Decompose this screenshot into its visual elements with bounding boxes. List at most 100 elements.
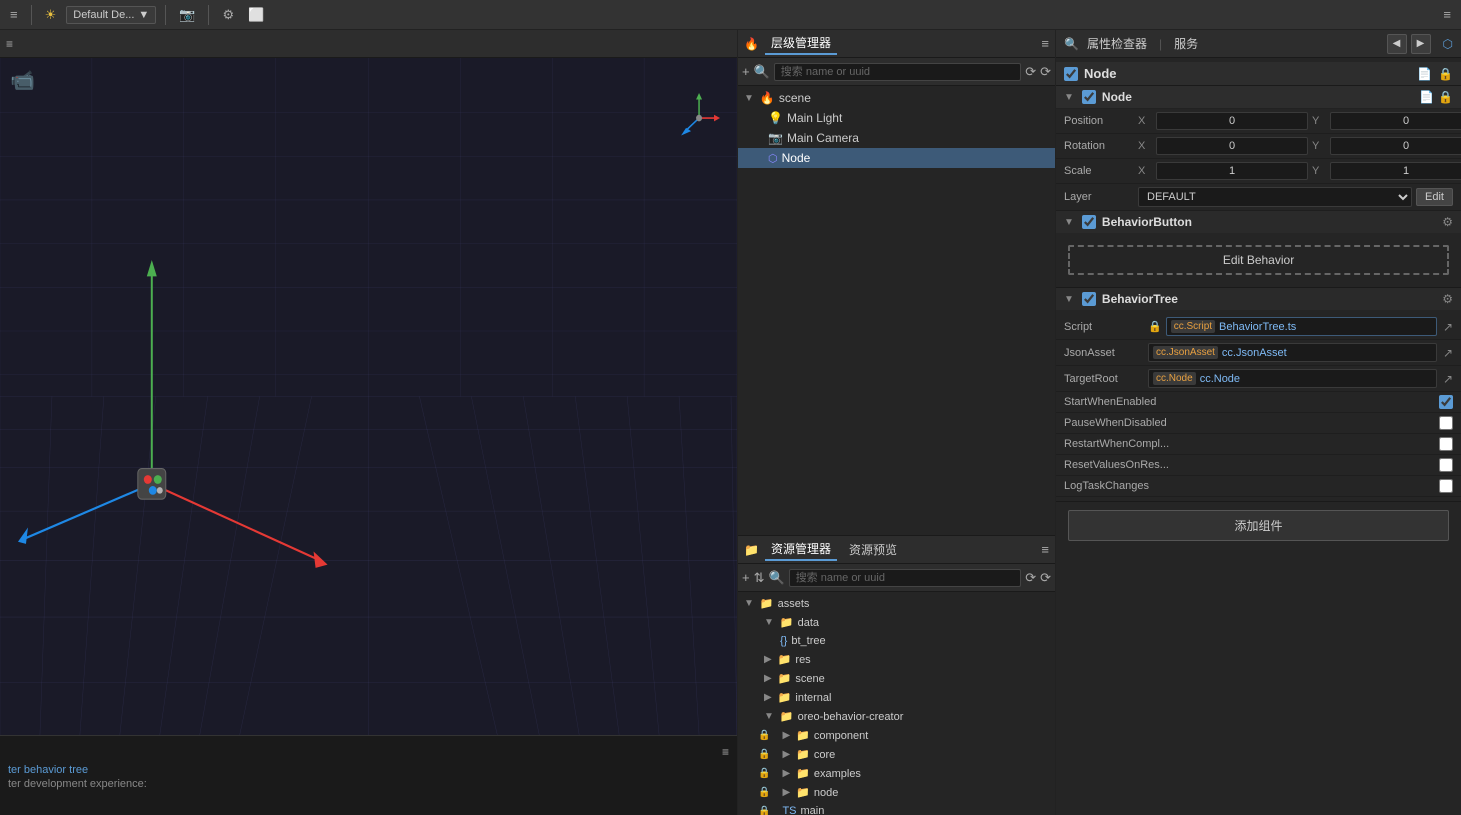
scale-x-label: X [1138,165,1152,177]
bt-gear-icon[interactable]: ⚙ [1442,292,1453,306]
targetroot-arrow-icon[interactable]: ↗ [1443,372,1453,386]
console-menu-icon[interactable]: ≡ [722,745,729,759]
node-active-checkbox[interactable] [1064,67,1078,81]
hierarchy-tree[interactable]: ▼ 🔥 scene 💡 Main Light 📷 Main Camera [738,86,1055,535]
nav-left-btn[interactable]: ◀ [1387,34,1407,54]
assets-sync2-icon[interactable]: ⟳ [1040,570,1051,586]
node-section-icons: 📄 🔒 [1419,90,1453,104]
pos-y-input[interactable] [1330,112,1461,130]
restart-when-compl-checkbox[interactable] [1439,437,1453,451]
data-label: data [798,617,819,629]
main-lock-icon: 🔒 [758,806,770,815]
start-when-enabled-checkbox[interactable] [1439,395,1453,409]
inspector-icon: 🔍 [1064,37,1079,51]
node-lock-icon[interactable]: 🔒 [1438,67,1453,81]
reset-values-checkbox[interactable] [1439,458,1453,472]
screen-toolbar-icon[interactable]: ⬜ [244,5,268,25]
layer-select[interactable]: DEFAULT [1138,187,1412,207]
services-title: 服务 [1174,35,1198,52]
bt-checkbox[interactable] [1082,292,1096,306]
inspector-content: Node 📄 🔒 ▼ Node 📄 🔒 [1056,58,1461,815]
edit-behavior-btn[interactable]: Edit Behavior [1068,245,1449,275]
pause-when-disabled-label: PauseWhenDisabled [1064,417,1435,429]
default-label: Default De... [73,9,134,21]
menu-icon[interactable]: ≡ [6,5,22,24]
assets-item-oreo[interactable]: ▼ 📁 oreo-behavior-creator [738,707,1055,726]
hierarchy-sync2-icon[interactable]: ⟳ [1040,64,1051,80]
hierarchy-search-input[interactable] [774,63,1021,81]
assets-tree[interactable]: ▼ 📁 assets ▼ 📁 data {} [738,592,1055,815]
dropdown-arrow: ▼ [138,9,149,21]
nav-right-btn[interactable]: ▶ [1411,34,1431,54]
bb-checkbox[interactable] [1082,215,1096,229]
hierarchy-sync-icon[interactable]: ⟳ [1025,64,1036,80]
assets-item-scene[interactable]: ▶ 📁 scene [738,669,1055,688]
pos-x-input[interactable] [1156,112,1308,130]
targetroot-type-badge: cc.Node [1153,372,1196,385]
viewport-menu-icon[interactable]: ≡ [6,37,13,51]
tree-item-main-camera[interactable]: 📷 Main Camera [738,128,1055,148]
assets-search-input[interactable] [789,569,1022,587]
examples-folder-icon: 📁 [796,767,810,780]
rot-y-input[interactable] [1330,137,1461,155]
node-tree-icon: ⬡ [768,152,778,165]
assets-item-examples[interactable]: 🔒 ▶ 📁 examples [738,764,1055,783]
hierarchy-add-icon[interactable]: + [742,64,750,79]
pause-when-disabled-checkbox[interactable] [1439,416,1453,430]
bb-gear-icon[interactable]: ⚙ [1442,215,1453,229]
hierarchy-panel: 🔥 层级管理器 ≡ + 🔍 ⟳ ⟳ ▼ 🔥 scene [738,30,1056,815]
assets-menu-icon[interactable]: ≡ [1041,542,1049,557]
targetroot-row: TargetRoot cc.Node cc.Node ↗ [1056,366,1461,392]
right-menu-icon[interactable]: ≡ [1439,5,1455,24]
assets-item-component[interactable]: 🔒 ▶ 📁 component [738,726,1055,745]
pause-when-disabled-row: PauseWhenDisabled [1056,413,1461,434]
inspector-ext-icon[interactable]: ⬡ [1443,37,1453,51]
default-dropdown[interactable]: Default De... ▼ [66,6,156,24]
assets-item-main[interactable]: 🔒 TS main [738,802,1055,815]
viewport-canvas[interactable]: 📹 ↖ [0,58,737,735]
node-section-checkbox[interactable] [1082,90,1096,104]
log-task-changes-checkbox[interactable] [1439,479,1453,493]
tab-assets-preview[interactable]: 资源预览 [843,539,903,560]
assets-item-data[interactable]: ▼ 📁 data [738,613,1055,632]
tree-item-scene[interactable]: ▼ 🔥 scene [738,88,1055,108]
assets-add-icon[interactable]: + [742,570,750,585]
assets-item-internal[interactable]: ▶ 📁 internal [738,688,1055,707]
assets-label: assets [778,598,810,610]
tree-item-main-light[interactable]: 💡 Main Light [738,108,1055,128]
camera-toolbar-icon[interactable]: 📷 [175,5,199,25]
tab-assets[interactable]: 资源管理器 [765,538,837,561]
hierarchy-search-icon[interactable]: 🔍 [754,64,770,80]
assets-search-icon[interactable]: 🔍 [769,570,785,586]
tree-item-node[interactable]: ⬡ Node [738,148,1055,168]
oreo-folder-icon: 📁 [780,710,794,723]
targetroot-value: cc.Node cc.Node [1148,369,1437,388]
behavior-button-header[interactable]: ▼ BehaviorButton ⚙ [1056,211,1461,233]
assets-item-bt-tree[interactable]: {} bt_tree [738,632,1055,650]
script-arrow-icon[interactable]: ↗ [1443,320,1453,334]
assets-item-assets[interactable]: ▼ 📁 assets [738,594,1055,613]
assets-item-res[interactable]: ▶ 📁 res [738,650,1055,669]
assets-sync-icon[interactable]: ⟳ [1025,570,1036,586]
panel-menu-icon[interactable]: ≡ [1041,36,1049,51]
assets-item-core[interactable]: 🔒 ▶ 📁 core [738,745,1055,764]
scale-y-input[interactable] [1330,162,1461,180]
camera-overlay-icon: 📹 [10,68,35,93]
scale-x-input[interactable] [1156,162,1308,180]
assets-sort-icon[interactable]: ⇅ [754,570,765,586]
node-section-file-icon[interactable]: 📄 [1419,90,1434,104]
node-file-icon[interactable]: 📄 [1417,67,1432,81]
node-tree-label: Node [782,151,811,165]
tab-hierarchy[interactable]: 层级管理器 [765,32,837,55]
node-section-lock-icon[interactable]: 🔒 [1438,90,1453,104]
behavior-tree-header[interactable]: ▼ BehaviorTree ⚙ [1056,288,1461,310]
main-ts-icon: TS [782,805,796,815]
assets-item-node[interactable]: 🔒 ▶ 📁 node [738,783,1055,802]
internal-arrow: ▶ [764,692,772,703]
add-component-btn[interactable]: 添加组件 [1068,510,1449,541]
layer-edit-btn[interactable]: Edit [1416,188,1453,206]
rot-x-input[interactable] [1156,137,1308,155]
node-section-header[interactable]: ▼ Node 📄 🔒 [1056,86,1461,109]
gear-toolbar-icon[interactable]: ⚙ [218,5,238,25]
jsonasset-arrow-icon[interactable]: ↗ [1443,346,1453,360]
